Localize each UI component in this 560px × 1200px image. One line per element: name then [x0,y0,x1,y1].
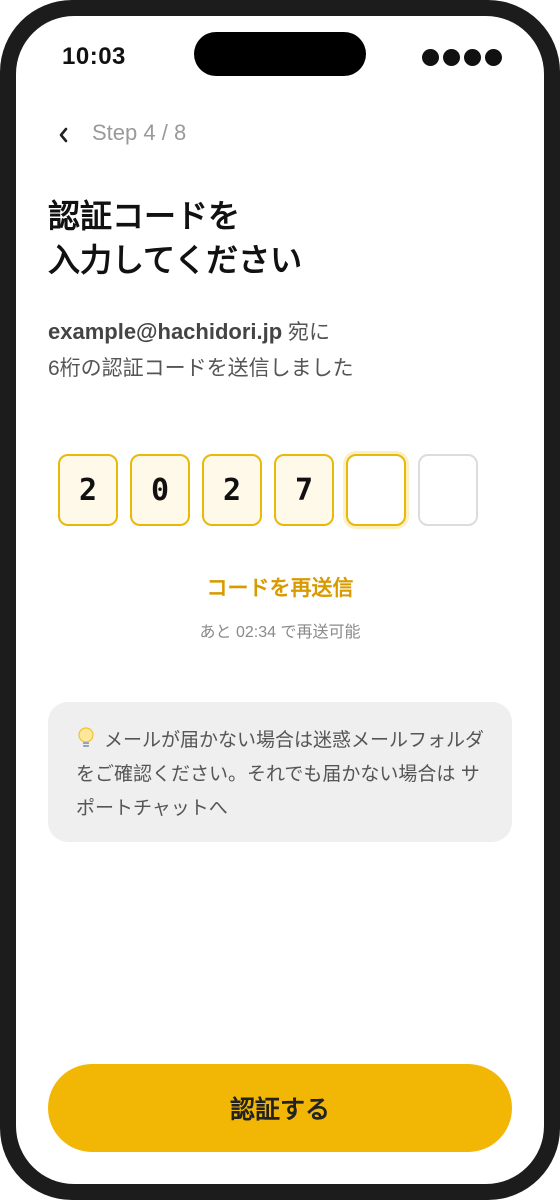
signal-dots-icon [422,49,502,66]
help-notice-text: メールが届かない場合は迷惑メールフォルダをご確認ください。それでも届かない場合は… [76,730,485,819]
otp-input-group: 2 0 2 7 [58,454,478,526]
description-line-1: example@hachidori.jp 宛に [48,314,518,351]
description: example@hachidori.jp 宛に 6桁の認証コードを送信しました [48,314,518,387]
step-indicator: Step 4 / 8 [92,120,187,145]
dynamic-island [194,32,366,76]
phone-frame: 10:03 Step 4 / 8 認証コードを 入力してください example… [0,0,560,1200]
otp-digit-3[interactable]: 2 [202,454,262,526]
email-address: example@hachidori.jp [48,319,283,344]
resend-countdown: あと 02:34 で再送可能 [199,624,361,641]
resend-code-link[interactable]: コードを再送信 [16,572,544,602]
signal-dot [485,49,502,66]
back-button[interactable] [50,120,76,150]
otp-digit-1[interactable]: 2 [58,454,118,526]
signal-dot [422,49,439,66]
otp-digit-2[interactable]: 0 [130,454,190,526]
description-line-2: 6桁の認証コードを送信しました [48,357,354,380]
page-title-line-2: 入力してください [48,242,303,278]
status-time: 10:03 [62,43,126,70]
otp-digit-5[interactable] [346,454,406,526]
help-notice: メールが届かない場合は迷惑メールフォルダをご確認ください。それでも届かない場合は… [48,702,512,842]
signal-dot [464,49,481,66]
verify-button[interactable]: 認証する [48,1064,512,1152]
page-title-line-1: 認証コードを [48,198,241,234]
chevron-left-icon [59,127,68,143]
otp-digit-4[interactable]: 7 [274,454,334,526]
otp-digit-6[interactable] [418,454,478,526]
app-screen: 10:03 Step 4 / 8 認証コードを 入力してください example… [16,16,544,1184]
signal-dot [443,49,460,66]
page-title: 認証コードを 入力してください [48,194,508,282]
lightbulb-icon [78,727,94,747]
description-suffix: 宛に [282,321,331,344]
